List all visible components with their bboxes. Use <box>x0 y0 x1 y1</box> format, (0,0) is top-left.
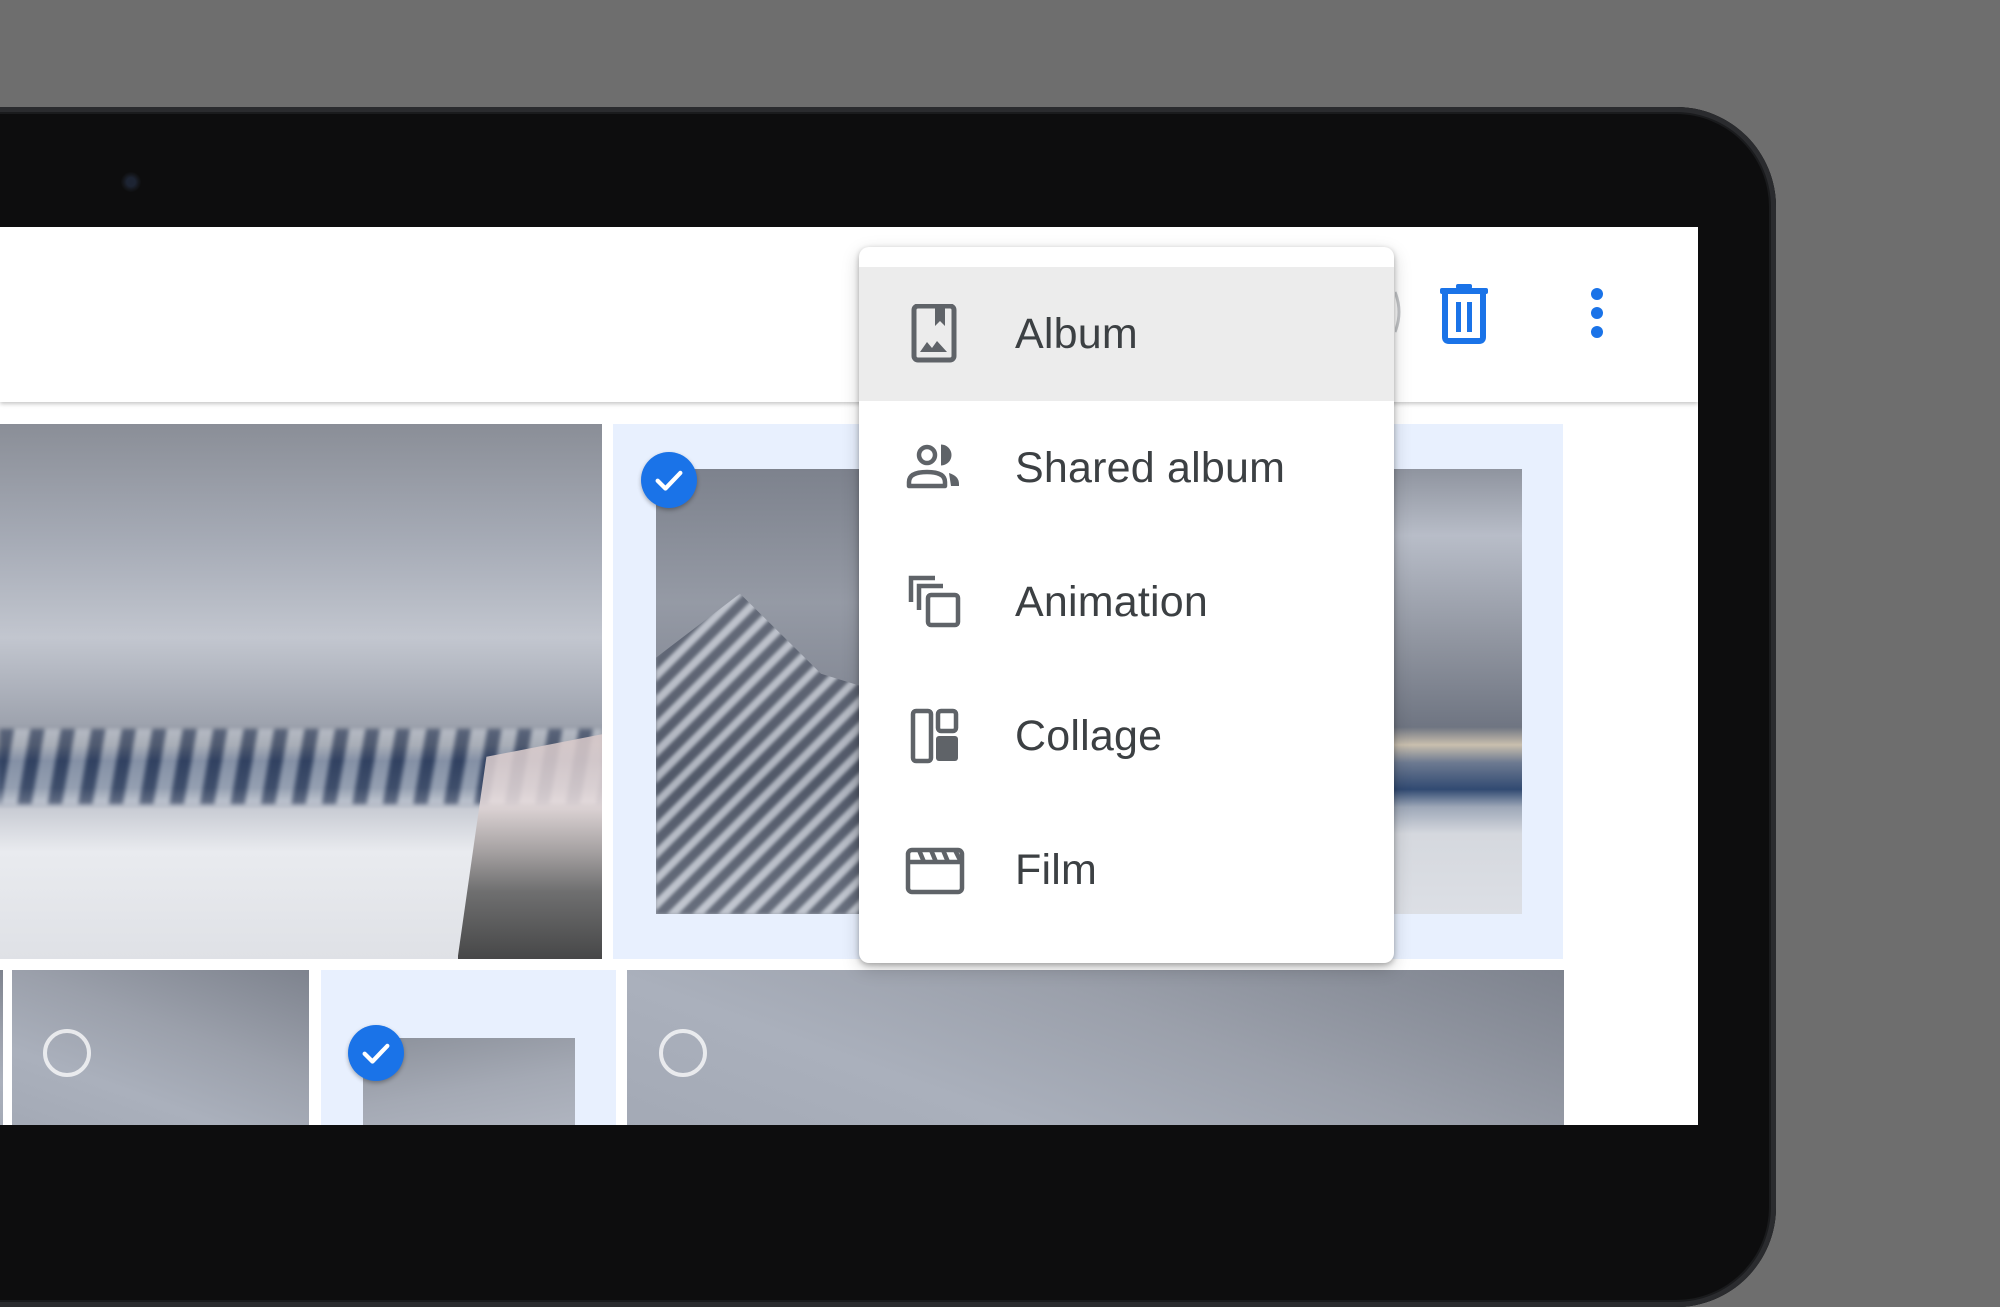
delete-button[interactable] <box>1436 282 1492 344</box>
photo-tile[interactable] <box>0 424 602 959</box>
trash-icon <box>1440 284 1488 344</box>
photo-thumbnail <box>627 970 1564 1125</box>
add-button[interactable] <box>1393 287 1407 337</box>
photo-thumbnail <box>0 424 602 959</box>
create-menu: Album Shared album Animation Collage Fil… <box>859 247 1394 963</box>
menu-item-label: Collage <box>1015 711 1163 760</box>
photo-tile-selected[interactable] <box>321 970 616 1125</box>
menu-item-collage[interactable]: Collage <box>859 669 1394 803</box>
unselected-circle-icon[interactable] <box>659 1029 707 1077</box>
photo-thumbnail <box>0 970 3 1125</box>
menu-item-label: Film <box>1015 845 1097 894</box>
photo-tile[interactable] <box>12 970 309 1125</box>
menu-item-film[interactable]: Film <box>859 803 1394 937</box>
selection-toolbar <box>0 227 1698 402</box>
menu-item-label: Animation <box>1015 577 1209 626</box>
webcam-icon <box>121 172 141 192</box>
photo-tile[interactable] <box>0 970 3 1125</box>
google-photos-screen: Album Shared album Animation Collage Fil… <box>0 227 1698 1125</box>
collage-icon <box>905 706 965 766</box>
menu-item-label: Shared album <box>1015 443 1286 492</box>
animation-icon <box>905 572 965 632</box>
album-icon <box>905 304 965 364</box>
selected-checkmark-icon[interactable] <box>348 1025 404 1081</box>
selected-checkmark-icon[interactable] <box>641 452 697 508</box>
menu-item-animation[interactable]: Animation <box>859 535 1394 669</box>
photo-tile[interactable] <box>627 970 1564 1125</box>
menu-item-shared-album[interactable]: Shared album <box>859 401 1394 535</box>
shared-album-icon <box>905 438 965 498</box>
more-vert-icon <box>1591 288 1603 338</box>
menu-item-album[interactable]: Album <box>859 267 1394 401</box>
more-options-button[interactable] <box>1577 282 1617 344</box>
add-icon <box>1393 291 1401 333</box>
unselected-circle-icon[interactable] <box>43 1029 91 1077</box>
film-icon <box>905 840 965 900</box>
menu-item-label: Album <box>1015 309 1138 358</box>
